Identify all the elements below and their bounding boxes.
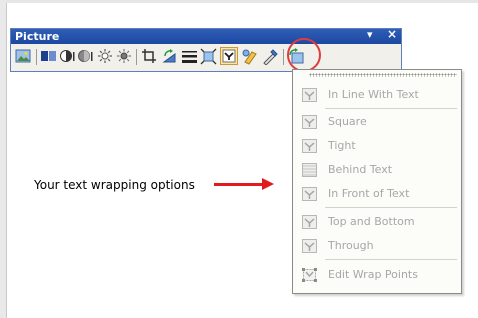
menu-item-edit-wrap-points[interactable]: Edit Wrap Points [294,264,460,286]
in-front-of-text-icon [301,186,318,202]
rotate-left-icon[interactable] [161,48,178,65]
menu-item-label: Tight [328,139,356,152]
annotation-arrow-head [262,178,274,190]
menu-item-label: In Front of Text [328,187,410,200]
annotation-text: Your text wrapping options [34,178,195,192]
less-brightness-icon[interactable] [116,48,133,65]
menu-item-in-front-of-text[interactable]: In Front of Text [294,183,460,205]
picture-toolbar: Picture ▾ × [10,27,402,72]
toolbar-separator [36,49,37,65]
toolbar-buttons [15,47,399,68]
highlight-circle [287,38,321,72]
color-icon[interactable] [40,48,57,65]
inline-wrap-icon [301,87,318,103]
menu-divider [325,108,457,109]
menu-divider [325,259,457,260]
page-edge-line [6,3,7,318]
line-style-icon[interactable] [181,48,198,65]
behind-text-icon [301,162,318,178]
menu-divider [325,207,457,208]
menu-item-label: Through [328,239,374,252]
crop-icon[interactable] [141,48,158,65]
compress-pictures-icon[interactable] [200,48,217,65]
text-wrapping-menu: In Line With Text Square Tight Behind Te… [292,69,462,294]
menu-item-label: Square [328,115,367,128]
menu-item-square[interactable]: Square [294,111,460,133]
page-top-edge [0,0,478,3]
more-contrast-icon[interactable] [59,48,76,65]
through-wrap-icon [301,238,318,254]
toolbar-separator [283,49,284,65]
menu-move-handle[interactable] [309,73,457,77]
menu-item-label: Top and Bottom [328,215,415,228]
annotation-arrow [214,183,264,186]
tight-wrap-icon [301,138,318,154]
menu-item-in-line-with-text[interactable]: In Line With Text [294,84,460,106]
toolbar-title: Picture [15,30,60,43]
format-picture-icon[interactable] [242,48,259,65]
menu-item-through[interactable]: Through [294,235,460,257]
square-wrap-icon [301,114,318,130]
toolbar-close-button[interactable]: × [387,27,397,41]
toolbar-titlebar[interactable]: Picture ▾ × [11,27,401,44]
less-contrast-icon[interactable] [77,48,94,65]
menu-item-label: Edit Wrap Points [328,268,418,281]
text-wrapping-icon[interactable] [220,47,238,65]
set-transparent-color-icon[interactable] [262,48,279,66]
toolbar-separator [136,49,137,65]
toolbar-options-button[interactable]: ▾ [367,28,373,41]
menu-item-behind-text[interactable]: Behind Text [294,159,460,181]
menu-item-tight[interactable]: Tight [294,135,460,157]
menu-item-top-and-bottom[interactable]: Top and Bottom [294,211,460,233]
top-bottom-wrap-icon [301,214,318,230]
edit-wrap-points-icon [301,267,318,283]
insert-picture-icon[interactable] [15,48,32,65]
menu-item-label: In Line With Text [328,88,419,101]
menu-item-label: Behind Text [328,163,393,176]
more-brightness-icon[interactable] [97,48,114,65]
